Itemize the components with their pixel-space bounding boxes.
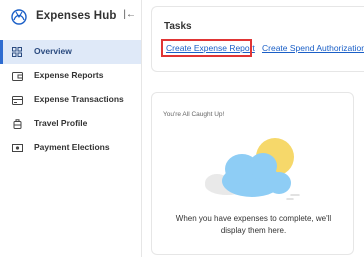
sidebar: Expenses Hub |← Overview Expense Reports… (0, 0, 142, 257)
tasks-title: Tasks (164, 21, 192, 32)
workday-logo-icon (10, 8, 28, 26)
caught-up-message-line1: When you have expenses to complete, we'l… (175, 214, 332, 223)
caught-up-heading: You're All Caught Up! (163, 111, 225, 118)
card-icon (11, 94, 23, 106)
wallet-icon (11, 70, 23, 82)
tasks-card: Tasks Create Expense Report Create Spend… (151, 6, 364, 72)
sidebar-item-label: Travel Profile (34, 118, 88, 128)
sidebar-item-payment-elections[interactable]: Payment Elections (0, 136, 141, 160)
cloud-sun-illustration (187, 133, 317, 213)
sidebar-item-label: Payment Elections (34, 142, 110, 152)
brand-header: Expenses Hub |← (8, 6, 142, 28)
sidebar-item-travel-profile[interactable]: Travel Profile (0, 112, 141, 136)
app-root: Expenses Hub |← Overview Expense Reports… (0, 0, 364, 257)
sidebar-item-label: Overview (34, 46, 72, 56)
luggage-icon (11, 118, 23, 130)
caught-up-card: You're All Caught Up! When you have expe… (151, 92, 354, 255)
caught-up-message-line2: display them here. (220, 226, 287, 235)
sidebar-item-expense-reports[interactable]: Expense Reports (0, 64, 141, 88)
caught-up-message: When you have expenses to complete, we'l… (152, 213, 355, 237)
sidebar-item-overview[interactable]: Overview (0, 40, 141, 64)
sidebar-nav: Overview Expense Reports Expense Transac… (0, 40, 141, 160)
sidebar-item-label: Expense Reports (34, 70, 104, 80)
collapse-sidebar-icon[interactable]: |← (123, 9, 136, 20)
money-icon (11, 142, 23, 154)
sidebar-item-expense-transactions[interactable]: Expense Transactions (0, 88, 141, 112)
app-title: Expenses Hub (36, 10, 117, 22)
grid-icon (11, 46, 23, 58)
sidebar-item-label: Expense Transactions (34, 94, 124, 104)
create-spend-authorization-link[interactable]: Create Spend Authorization (262, 43, 364, 53)
create-expense-report-link[interactable]: Create Expense Report (166, 43, 255, 53)
